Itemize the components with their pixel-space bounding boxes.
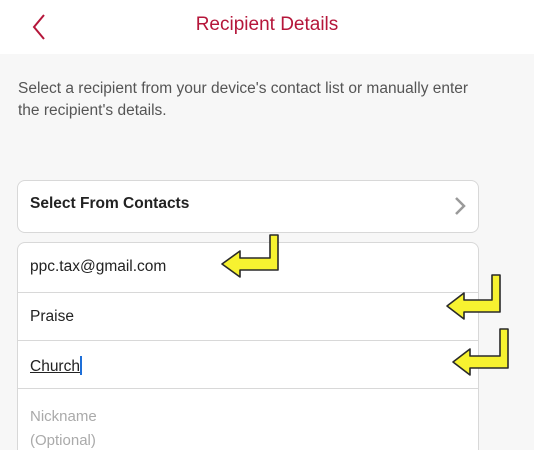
last-name-field[interactable]: Church xyxy=(18,340,478,389)
return-arrow-icon xyxy=(452,328,509,376)
nickname-placeholder: Nickname (Optional) xyxy=(30,408,97,449)
return-arrow-icon xyxy=(221,234,279,278)
header-bar: Recipient Details xyxy=(0,0,534,54)
return-arrow-icon xyxy=(446,274,501,320)
email-value: ppc.tax@gmail.com xyxy=(30,258,167,275)
first-name-field[interactable]: Praise xyxy=(18,292,478,341)
first-name-value: Praise xyxy=(30,308,74,325)
page-title: Recipient Details xyxy=(195,14,339,35)
last-name-value: Church xyxy=(30,358,80,375)
select-from-contacts-button[interactable]: Select From Contacts xyxy=(17,180,479,233)
last-name-text: Church xyxy=(30,356,82,376)
nickname-field[interactable]: Nickname (Optional) xyxy=(18,388,478,450)
text-cursor xyxy=(79,356,82,375)
intro-text: Select a recipient from your device's co… xyxy=(18,80,469,119)
chevron-right-icon xyxy=(455,197,466,215)
recipient-details-screen: Recipient Details Select a recipient fro… xyxy=(0,0,534,450)
select-from-contacts-label: Select From Contacts xyxy=(30,195,190,212)
